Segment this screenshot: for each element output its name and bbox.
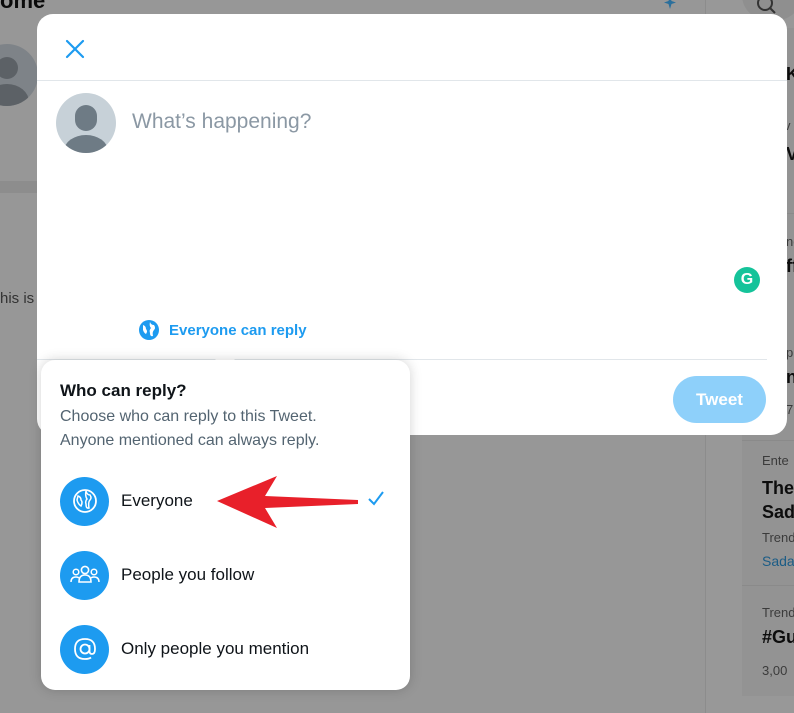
tweet-button[interactable]: Tweet — [673, 376, 766, 423]
trend-category: Ente — [762, 453, 789, 468]
trend-title[interactable]: n — [786, 367, 794, 388]
user-avatar[interactable] — [56, 93, 116, 153]
trend-title[interactable]: The — [762, 478, 794, 499]
menu-subtitle: Choose who can reply to this Tweet. Anyo… — [60, 405, 400, 453]
reply-setting-label: Everyone can reply — [169, 321, 307, 339]
checkmark-icon — [368, 491, 384, 506]
globe-icon — [72, 489, 97, 513]
trend-count: 3,00 — [762, 663, 788, 678]
menu-subtitle-line: Anyone mentioned can always reply. — [60, 432, 320, 449]
option-people-you-follow[interactable]: People you follow — [41, 540, 410, 610]
close-button[interactable] — [57, 31, 93, 67]
trend-category: Trend — [762, 530, 794, 545]
sparkle-icon[interactable] — [658, 0, 682, 12]
globe-icon — [139, 320, 159, 340]
option-icon-badge — [60, 550, 109, 600]
option-icon-badge — [60, 476, 109, 526]
tweet-text-input[interactable] — [132, 110, 692, 134]
trend-title[interactable]: Sad — [762, 502, 794, 523]
menu-subtitle-line: Choose who can reply to this Tweet. — [60, 408, 317, 425]
trend-title[interactable]: #Gu — [762, 627, 794, 648]
trend-category: p — [786, 345, 794, 360]
trend-category: Trend — [762, 605, 794, 620]
trend-count: 7 — [786, 402, 794, 417]
modal-header — [37, 14, 787, 81]
close-icon — [65, 39, 85, 59]
option-label: People you follow — [121, 565, 255, 584]
trend-separator — [742, 440, 794, 441]
annotation-arrow-icon — [217, 476, 358, 528]
option-label: Everyone — [121, 491, 193, 510]
option-label: Only people you mention — [121, 639, 310, 658]
reply-setting-button[interactable]: Everyone can reply — [138, 319, 307, 341]
trend-title[interactable]: V — [786, 144, 794, 165]
timeline-avatar — [0, 44, 38, 106]
timeline-text-snippet: his is — [0, 290, 35, 307]
trend-separator — [742, 585, 794, 586]
trend-title[interactable]: ff — [786, 256, 794, 277]
at-sign-icon — [73, 638, 96, 660]
trend-link[interactable]: Sada — [762, 553, 794, 569]
option-icon-badge — [60, 624, 109, 674]
default-profile-icon — [64, 105, 108, 153]
trend-category: ne — [786, 234, 794, 249]
option-only-mentioned[interactable]: Only people you mention — [41, 614, 410, 684]
timeline-header-title: ome — [0, 0, 46, 13]
menu-title: Who can reply? — [60, 381, 187, 400]
grammarly-icon[interactable]: G — [734, 267, 760, 293]
trends-heading: K — [786, 64, 794, 84]
people-icon — [69, 565, 100, 583]
